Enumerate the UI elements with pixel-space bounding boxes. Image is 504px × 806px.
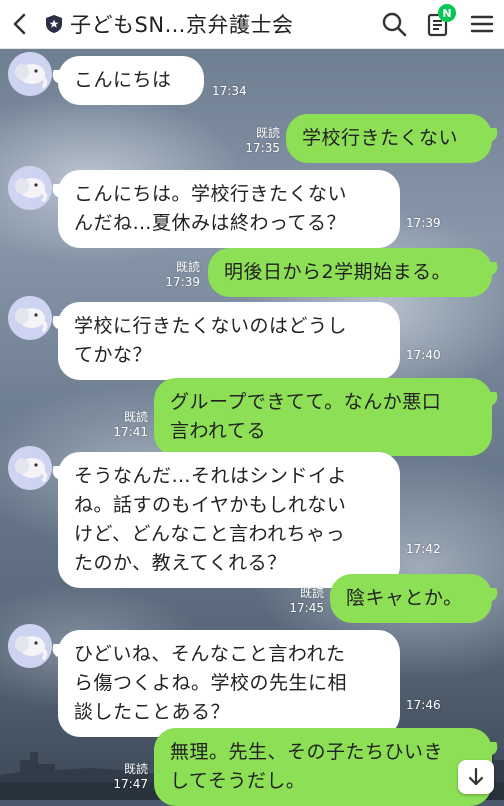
- message-meta-1: 既読 17:35: [240, 126, 280, 156]
- arrow-down-icon: [468, 767, 484, 786]
- message-time: 17:39: [165, 275, 200, 289]
- read-receipt: 既読: [255, 126, 280, 140]
- message-bubble-8[interactable]: ひどいね、そんなこと言われた ら傷つくよね。学校の先生に相 談したことある？: [58, 630, 400, 737]
- elephant-mascot-icon: [8, 446, 52, 490]
- read-receipt: 既読: [123, 762, 148, 776]
- message-time: 17:45: [289, 601, 324, 615]
- message-meta-7: 既読 17:45: [284, 586, 324, 616]
- counselor-avatar[interactable]: [8, 296, 52, 340]
- message-time: 17:39: [406, 216, 441, 230]
- message-text: してそうだし。: [170, 770, 306, 792]
- message-text: ひどいね、そんなこと言われた: [74, 643, 346, 665]
- elephant-mascot-icon: [8, 52, 52, 96]
- elephant-mascot-icon: [8, 624, 52, 668]
- message-time: 17:47: [113, 777, 148, 791]
- message-meta-9: 既読 17:47: [108, 762, 148, 792]
- message-meta-2: 17:39: [406, 216, 441, 231]
- message-meta-8: 17:46: [406, 698, 441, 713]
- message-bubble-0[interactable]: こんにちは: [58, 56, 204, 105]
- chat-title: 子どもSN…京弁護士会: [70, 13, 294, 37]
- message-bubble-6[interactable]: そうなんだ…それはシンドイよ ね。話すのもイヤかもしれない けど、どんなこと言わ…: [58, 452, 400, 588]
- message-meta-3: 既読 17:39: [160, 260, 200, 290]
- chat-title-area[interactable]: 子どもSN…京弁護士会: [40, 9, 372, 39]
- counselor-avatar[interactable]: [8, 166, 52, 210]
- message-text: ね。話すのもイヤかもしれない: [74, 494, 347, 516]
- message-bubble-2[interactable]: こんにちは。学校行きたくない んだね…夏休みは終わってる？: [58, 170, 400, 248]
- message-text: たのか、教えてくれる？: [74, 552, 287, 574]
- message-text: 言われてる: [170, 420, 266, 442]
- message-bubble-5[interactable]: グループできてて。なんか悪口 言われてる: [154, 378, 492, 456]
- message-meta-4: 17:40: [406, 348, 441, 363]
- message-text: 明後日から2学期始まる。: [224, 261, 452, 283]
- message-meta-5: 既読 17:41: [108, 410, 148, 440]
- read-receipt: 既読: [175, 260, 200, 274]
- message-time: 17:46: [406, 698, 441, 712]
- message-text: こんにちは。学校行きたくない: [74, 183, 348, 205]
- message-text: ら傷つくよね。学校の先生に相: [74, 672, 348, 694]
- message-text: 無理。先生、その子たちひいき: [170, 741, 444, 763]
- shield-star-icon: [44, 13, 64, 35]
- back-chevron-icon: [13, 13, 26, 35]
- read-receipt: 既読: [123, 410, 148, 424]
- read-receipt: 既読: [299, 586, 324, 600]
- message-text: んだね…夏休みは終わってる？: [74, 212, 347, 234]
- elephant-mascot-icon: [8, 296, 52, 340]
- notification-badge: N: [438, 4, 456, 22]
- search-button[interactable]: [372, 0, 416, 48]
- message-text: こんにちは: [74, 69, 172, 91]
- chat-header: 子どもSN…京弁護士会 N: [0, 0, 504, 49]
- message-time: 17:35: [245, 141, 280, 155]
- message-bubble-1[interactable]: 学校行きたくない: [286, 114, 492, 163]
- message-text: そうなんだ…それはシンドイよ: [74, 465, 348, 487]
- message-meta-0: 17:34: [212, 84, 247, 99]
- search-icon: [382, 12, 407, 37]
- notes-button[interactable]: N: [416, 0, 460, 48]
- message-bubble-9[interactable]: 無理。先生、その子たちひいき してそうだし。: [154, 728, 492, 806]
- elephant-mascot-icon: [8, 166, 52, 210]
- message-text: 陰キャとか。: [346, 587, 463, 609]
- message-bubble-7[interactable]: 陰キャとか。: [330, 574, 492, 623]
- message-text: グループできてて。なんか悪口: [170, 391, 442, 413]
- counselor-avatar[interactable]: [8, 446, 52, 490]
- message-text: てかな？: [74, 344, 153, 366]
- message-time: 17:42: [406, 542, 441, 556]
- back-button[interactable]: [0, 0, 40, 48]
- message-text: 談したことある？: [74, 701, 231, 723]
- message-bubble-4[interactable]: 学校に行きたくないのはどうし てかな？: [58, 302, 400, 380]
- message-time: 17:41: [113, 425, 148, 439]
- message-bubble-3[interactable]: 明後日から2学期始まる。: [208, 248, 492, 297]
- menu-button[interactable]: [460, 0, 504, 48]
- menu-icon: [470, 15, 494, 33]
- counselor-avatar[interactable]: [8, 52, 52, 96]
- message-text: 学校行きたくない: [302, 127, 459, 149]
- scroll-to-bottom-button[interactable]: [458, 760, 494, 794]
- message-meta-6: 17:42: [406, 542, 441, 557]
- counselor-avatar[interactable]: [8, 624, 52, 668]
- message-time: 17:40: [406, 348, 441, 362]
- message-time: 17:34: [212, 84, 247, 98]
- message-text: 学校に行きたくないのはどうし: [74, 315, 348, 337]
- message-text: けど、どんなこと言われちゃっ: [74, 523, 346, 545]
